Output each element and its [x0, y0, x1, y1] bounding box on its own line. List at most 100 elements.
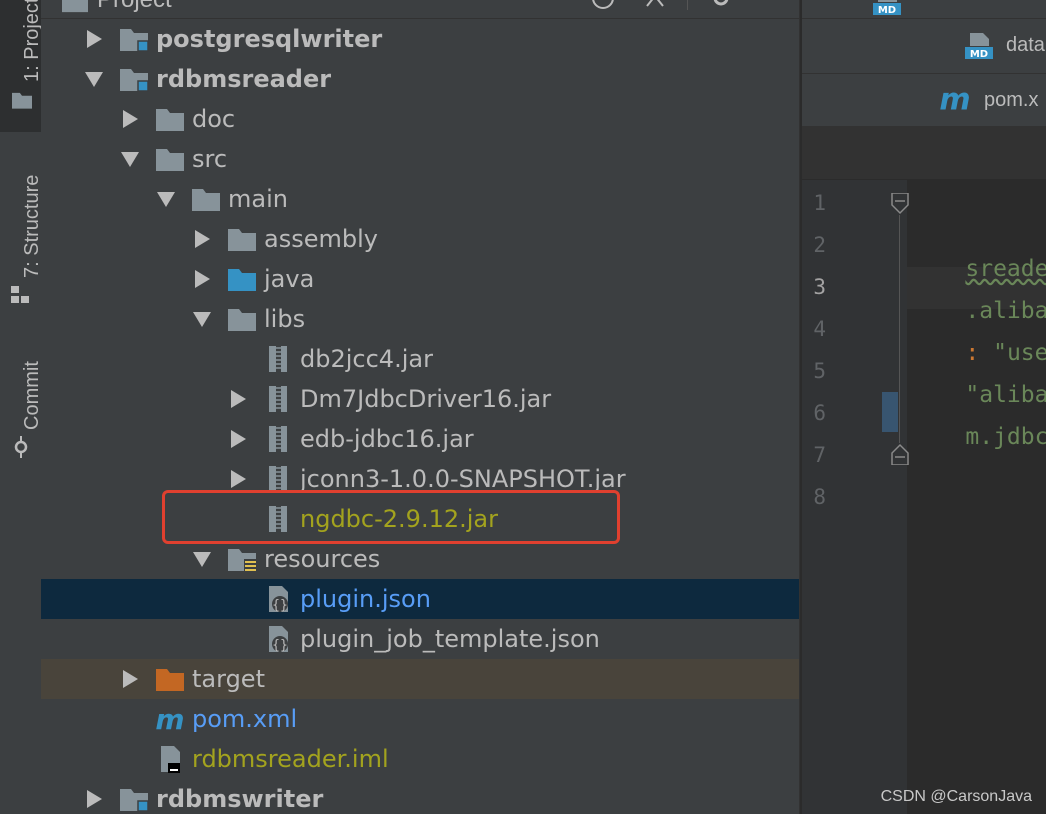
tree-item-target[interactable]: target — [41, 659, 799, 699]
tree-item-java[interactable]: java — [41, 259, 799, 299]
tree-item-dm7jdbcdriver16-jar[interactable]: Dm7JdbcDriver16.jar — [41, 379, 799, 419]
editor-tab-top[interactable] — [802, 0, 1046, 19]
project-tool-button[interactable]: 1: Project — [0, 0, 43, 132]
folder-icon — [227, 305, 257, 333]
jar-icon — [263, 345, 293, 373]
folder-icon — [11, 90, 33, 110]
expand-arrow-icon[interactable] — [191, 268, 213, 290]
markdown-file-icon — [964, 31, 994, 61]
tree-item-pom-xml[interactable]: pom.xml — [41, 699, 799, 739]
tree-item-rdbmswriter[interactable]: rdbmswriter — [41, 779, 799, 814]
markdown-file-icon — [872, 0, 902, 16]
tree-item-label: rdbmsreader.iml — [192, 745, 389, 773]
expand-arrow-icon[interactable] — [83, 788, 105, 810]
gear-icon[interactable] — [709, 0, 733, 10]
commit-icon — [14, 436, 28, 458]
line-number: 7 — [813, 443, 826, 467]
highlight-annotation — [162, 490, 620, 544]
tab-label: pom.x — [984, 89, 1039, 111]
expand-arrow-icon[interactable] — [83, 28, 105, 50]
line-number: 4 — [813, 317, 826, 341]
expand-arrow-icon[interactable] — [227, 428, 249, 450]
code-line-6: m.jdbc.dr — [910, 398, 1046, 476]
line-number: 5 — [813, 359, 826, 383]
tree-item-label: target — [192, 665, 265, 693]
tree-item-label: rdbmsreader — [156, 65, 332, 93]
tree-item-assembly[interactable]: assembly — [41, 219, 799, 259]
project-panel: Project postgresqlwriter rdbmsreader doc… — [41, 0, 799, 814]
tree-item-rdbmsreader[interactable]: rdbmsreader — [41, 59, 799, 99]
tree-item-label: rdbmswriter — [156, 785, 324, 813]
expand-arrow-icon[interactable] — [227, 468, 249, 490]
tree-item-doc[interactable]: doc — [41, 99, 799, 139]
structure-tool-button[interactable]: 7: Structure — [0, 140, 43, 310]
expand-arrow-icon[interactable] — [227, 388, 249, 410]
tree-item-postgresqlwriter[interactable]: postgresqlwriter — [41, 19, 799, 59]
tree-item-rdbmsreader-iml[interactable]: rdbmsreader.iml — [41, 739, 799, 779]
project-view-icon — [61, 0, 89, 14]
line-number: 3 — [813, 275, 826, 299]
tree-item-label: src — [192, 145, 228, 173]
iml-file-icon — [155, 745, 185, 773]
maven-icon — [155, 705, 185, 733]
tree-item-label: Dm7JdbcDriver16.jar — [300, 385, 552, 413]
line-number: 8 — [813, 485, 826, 509]
fold-guide — [899, 215, 900, 443]
expand-arrow-icon[interactable] — [119, 668, 141, 690]
jar-icon — [263, 425, 293, 453]
tree-item-label: plugin_job_template.json — [300, 625, 600, 653]
tree-item-libs[interactable]: libs — [41, 299, 799, 339]
commit-tool-button[interactable]: Commit — [0, 340, 43, 460]
collapse-arrow-icon[interactable] — [155, 188, 177, 210]
globe-icon[interactable] — [591, 0, 615, 10]
maven-icon — [938, 84, 972, 114]
tree-item-label: pom.xml — [192, 705, 298, 733]
editor-tab-data-md[interactable]: data — [802, 19, 1046, 74]
tree-item-label: plugin.json — [300, 585, 431, 613]
tree-item-label: edb-jdbc16.jar — [300, 425, 474, 453]
collapse-arrow-icon[interactable] — [191, 548, 213, 570]
tree-item-label: assembly — [264, 225, 378, 253]
tree-item-resources[interactable]: resources — [41, 539, 799, 579]
tree-item-main[interactable]: main — [41, 179, 799, 219]
tree-item-plugin-job-template-json[interactable]: plugin_job_template.json — [41, 619, 799, 659]
editor-tab-pom-xml[interactable]: pom.x — [802, 74, 1046, 127]
expand-arrow-icon[interactable] — [191, 228, 213, 250]
folder-icon — [191, 185, 221, 213]
collapse-arrow-icon[interactable] — [191, 308, 213, 330]
line-number: 6 — [813, 401, 826, 425]
tree-item-label: libs — [264, 305, 306, 333]
code-string: m.jdbc.dr — [965, 424, 1046, 450]
tool-window-strip: 1: Project 7: Structure Commit — [0, 0, 43, 814]
folder-icon — [155, 145, 185, 173]
source-folder-icon — [227, 265, 257, 293]
project-panel-header: Project — [41, 0, 799, 19]
watermark: CSDN @CarsonJava — [880, 788, 1032, 805]
module-folder-icon — [119, 65, 149, 93]
tree-item-db2jcc4-jar[interactable]: db2jcc4.jar — [41, 339, 799, 379]
tree-item-label: postgresqlwriter — [156, 25, 383, 53]
tree-item-label: resources — [264, 545, 381, 573]
tree-item-label: main — [228, 185, 288, 213]
folder-icon — [155, 105, 185, 133]
tree-item-src[interactable]: src — [41, 139, 799, 179]
collapse-icon[interactable] — [643, 0, 667, 10]
line-number: 2 — [813, 233, 826, 257]
fold-marker-icon[interactable] — [890, 193, 910, 215]
jar-icon — [263, 385, 293, 413]
header-separator — [687, 0, 688, 10]
jar-icon — [263, 465, 293, 493]
fold-marker-icon[interactable] — [890, 443, 910, 465]
panel-title: Project — [97, 0, 172, 14]
editor-breadcrumb-bar — [802, 127, 1046, 179]
tree-item-edb-jdbc16-jar[interactable]: edb-jdbc16.jar — [41, 419, 799, 459]
editor-area: data pom.x 1 2 3 4 5 6 7 8 sreader", .al… — [802, 0, 1046, 814]
tab-label: data — [1006, 34, 1045, 56]
tree-item-label: doc — [192, 105, 236, 133]
tree-item-plugin-json[interactable]: plugin.json — [41, 579, 799, 619]
expand-arrow-icon[interactable] — [119, 108, 141, 130]
collapse-arrow-icon[interactable] — [83, 68, 105, 90]
module-folder-icon — [119, 25, 149, 53]
collapse-arrow-icon[interactable] — [119, 148, 141, 170]
json-file-icon — [263, 585, 293, 613]
